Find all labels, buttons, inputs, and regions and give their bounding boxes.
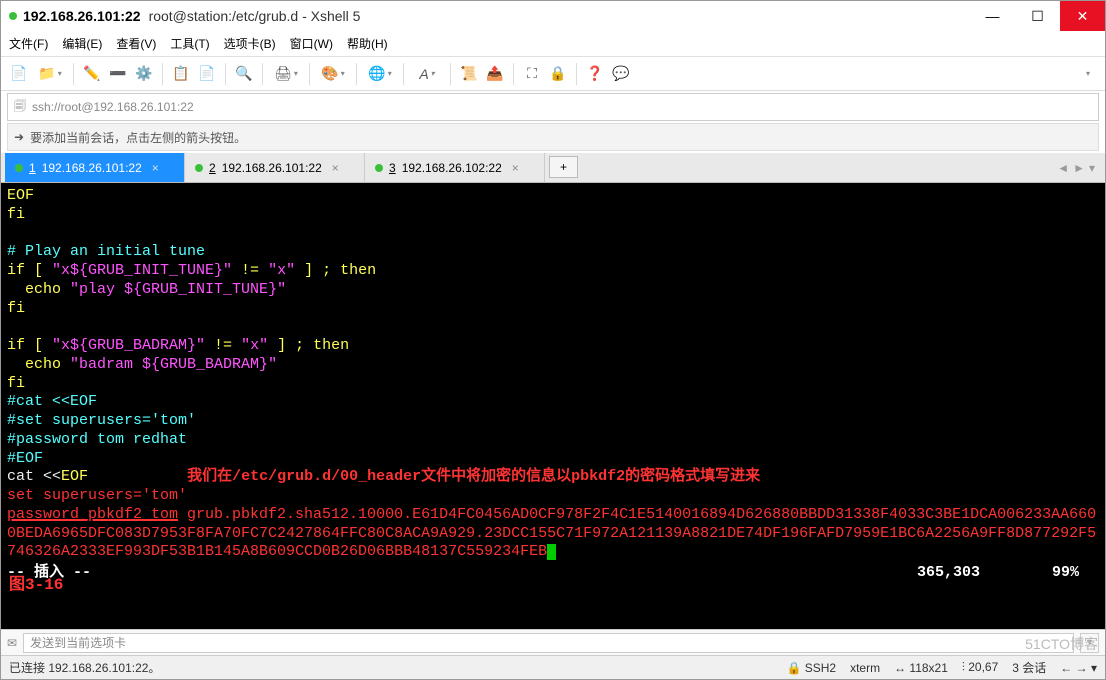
new-session-icon[interactable]: 📄	[7, 62, 31, 86]
separator	[262, 63, 263, 85]
tab-session-2[interactable]: 2 192.168.26.101:22 ×	[185, 153, 365, 182]
separator	[450, 63, 451, 85]
tab-prev-icon[interactable]: ◄	[1057, 161, 1069, 175]
tab-close-icon[interactable]: ×	[512, 161, 519, 175]
session-icon: 🗐	[14, 97, 26, 118]
hint-bar: ➜ 要添加当前会话，点击左侧的箭头按钮。	[7, 123, 1099, 151]
tab-index: 2	[209, 161, 216, 175]
separator	[225, 63, 226, 85]
tab-session-3[interactable]: 3 192.168.26.102:22 ×	[365, 153, 545, 182]
scroll-pct: 99%	[1052, 564, 1079, 581]
separator	[73, 63, 74, 85]
status-rowcol: ⫶ 20,67	[962, 660, 998, 675]
titlebar: 192.168.26.101:22 root@station:/etc/grub…	[1, 1, 1105, 31]
feedback-icon[interactable]: 💬	[609, 62, 633, 86]
tab-nav: ◄ ► ▾	[1057, 153, 1101, 182]
address-text: ssh://root@192.168.26.101:22	[32, 100, 194, 114]
menu-help[interactable]: 帮助(H)	[347, 35, 388, 52]
status-dot-icon	[15, 164, 23, 172]
menu-window[interactable]: 窗口(W)	[290, 35, 333, 52]
add-tab-button[interactable]: +	[549, 156, 578, 178]
terminal-output: EOF fi # Play an initial tune if [ "x${G…	[7, 187, 1099, 562]
menu-tabs[interactable]: 选项卡(B)	[224, 35, 276, 52]
status-bar: 已连接 192.168.26.101:22。 🔒 SSH2 xterm ↔ 11…	[1, 655, 1105, 679]
help-icon[interactable]: ❓	[583, 62, 607, 86]
address-bar[interactable]: 🗐 ssh://root@192.168.26.101:22	[7, 93, 1099, 121]
script-icon[interactable]: 📜	[457, 62, 481, 86]
toolbar-overflow-icon[interactable]: ▾	[1075, 62, 1099, 86]
print-icon[interactable]: 🖨▾	[269, 62, 303, 86]
connection-dot-icon	[9, 12, 17, 20]
lock-icon[interactable]: 🔒	[546, 62, 570, 86]
hint-text: 要添加当前会话，点击左侧的箭头按钮。	[30, 129, 246, 146]
tab-menu-icon[interactable]: ▾	[1089, 161, 1095, 175]
window-subtitle: root@station:/etc/grub.d - Xshell 5	[149, 8, 361, 24]
status-connection: 已连接 192.168.26.101:22。	[9, 659, 160, 676]
menu-file[interactable]: 文件(F)	[9, 35, 48, 52]
annotation-text: 我们在/etc/grub.d/00_header文件中将加密的信息以pbkdf2…	[187, 468, 760, 485]
separator	[576, 63, 577, 85]
separator	[162, 63, 163, 85]
vim-status-line: -- 插入 -- 365,303 99%	[7, 564, 1099, 583]
arrow-icon[interactable]: ➜	[14, 130, 24, 144]
status-dot-icon	[195, 164, 203, 172]
status-size: ↔ 118x21	[894, 661, 948, 675]
tab-label: 192.168.26.101:22	[42, 161, 142, 175]
menu-tools[interactable]: 工具(T)	[170, 35, 209, 52]
font-icon[interactable]: A▾	[410, 62, 444, 86]
separator	[356, 63, 357, 85]
tab-index: 3	[389, 161, 396, 175]
separator	[309, 63, 310, 85]
compose-bar: ✉ 发送到当前选项卡 ▾	[1, 629, 1105, 655]
maximize-button[interactable]: ☐	[1015, 1, 1060, 31]
menu-edit[interactable]: 编辑(E)	[62, 35, 102, 52]
status-sessions: 3 会话	[1012, 659, 1046, 676]
open-icon[interactable]: 📁▾	[33, 62, 67, 86]
fullscreen-icon[interactable]: ⛶	[520, 62, 544, 86]
figure-label: 图3-16	[9, 575, 63, 595]
tab-bar: 1 192.168.26.101:22 × 2 192.168.26.101:2…	[1, 153, 1105, 183]
status-term: xterm	[850, 661, 880, 675]
transfer-icon[interactable]: 📤	[483, 62, 507, 86]
separator	[403, 63, 404, 85]
status-ssh: 🔒 SSH2	[786, 661, 836, 675]
window-buttons: — ☐ ✕	[970, 1, 1105, 31]
properties-icon[interactable]: ⚙️	[132, 62, 156, 86]
separator	[513, 63, 514, 85]
tab-label: 192.168.26.102:22	[402, 161, 502, 175]
minimize-button[interactable]: —	[970, 1, 1015, 31]
toolbar: 📄 📁▾ ✏️ ➖ ⚙️ 📋 📄 🔍 🖨▾ 🎨▾ 🌐▾ A▾ 📜 📤 ⛶ 🔒 ❓…	[1, 57, 1105, 91]
compose-input[interactable]: 发送到当前选项卡	[23, 633, 1074, 653]
tab-close-icon[interactable]: ×	[152, 161, 159, 175]
find-icon[interactable]: 🔍	[232, 62, 256, 86]
mode-dropdown[interactable]: ▾	[1080, 633, 1099, 653]
encoding-icon[interactable]: 🌐▾	[363, 62, 397, 86]
menubar: 文件(F) 编辑(E) 查看(V) 工具(T) 选项卡(B) 窗口(W) 帮助(…	[1, 31, 1105, 57]
tab-close-icon[interactable]: ×	[332, 161, 339, 175]
tab-label: 192.168.26.101:22	[222, 161, 322, 175]
cursor-icon	[547, 544, 556, 560]
terminal[interactable]: EOF fi # Play an initial tune if [ "x${G…	[1, 183, 1105, 629]
status-nav[interactable]: ← → ▾	[1060, 661, 1097, 675]
close-button[interactable]: ✕	[1060, 1, 1105, 31]
tab-session-1[interactable]: 1 192.168.26.101:22 ×	[5, 153, 185, 182]
reconnect-icon[interactable]: ✏️	[80, 62, 104, 86]
paste-icon[interactable]: 📄	[195, 62, 219, 86]
disconnect-icon[interactable]: ➖	[106, 62, 130, 86]
tab-next-icon[interactable]: ►	[1073, 161, 1085, 175]
copy-icon[interactable]: 📋	[169, 62, 193, 86]
tab-index: 1	[29, 161, 36, 175]
menu-view[interactable]: 查看(V)	[116, 35, 156, 52]
status-dot-icon	[375, 164, 383, 172]
color-scheme-icon[interactable]: 🎨▾	[316, 62, 350, 86]
cursor-pos: 365,303	[917, 564, 980, 581]
window-title: 192.168.26.101:22	[23, 8, 141, 24]
send-icon[interactable]: ✉	[7, 636, 17, 650]
